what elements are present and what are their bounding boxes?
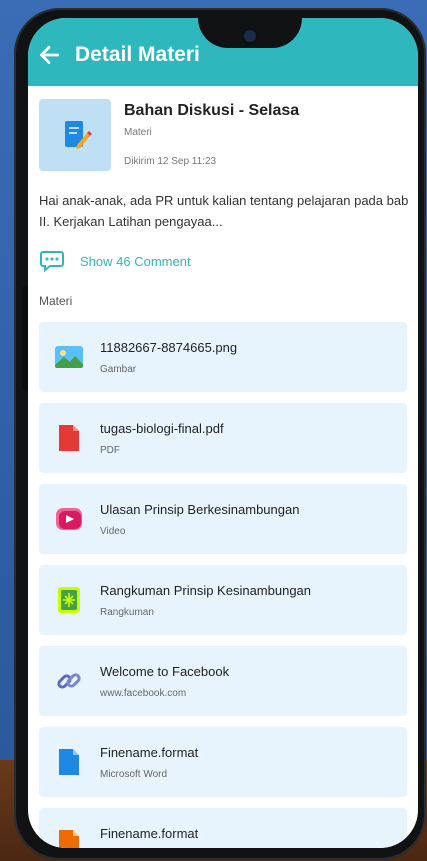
show-comments-link[interactable]: Show 46 Comment xyxy=(39,249,191,273)
item-name: Rangkuman Prinsip Kesinambungan xyxy=(100,583,312,598)
image-icon xyxy=(52,342,86,372)
page-title: Detail Materi xyxy=(75,43,200,66)
front-camera xyxy=(244,30,256,42)
file-icon xyxy=(52,828,86,848)
post-sent-date: Dikirim 12 Sep 11:23 xyxy=(124,156,217,167)
item-name: Welcome to Facebook xyxy=(100,664,230,679)
back-arrow-icon[interactable] xyxy=(36,42,62,68)
item-name: Finename.format xyxy=(100,745,199,760)
item-type: Gambar xyxy=(100,364,137,375)
item-type: www.facebook.com xyxy=(100,688,187,699)
list-item[interactable]: tugas-biologi-final.pdf PDF xyxy=(39,403,407,473)
post-title: Bahan Diskusi - Selasa xyxy=(124,102,300,119)
list-item[interactable]: Finename.format Microsoft Word xyxy=(39,727,407,797)
video-icon xyxy=(52,504,86,534)
link-icon xyxy=(52,666,86,696)
item-name: Ulasan Prinsip Berkesinambungan xyxy=(100,502,300,517)
comment-icon xyxy=(40,251,64,273)
post-description: Hai anak-anak, ada PR untuk kalian tenta… xyxy=(39,193,409,229)
item-type: PDF xyxy=(100,445,120,456)
item-type: Rangkuman xyxy=(100,607,154,618)
summary-icon xyxy=(52,585,86,615)
list-item[interactable]: Welcome to Facebook www.facebook.com xyxy=(39,646,407,716)
item-name: tugas-biologi-final.pdf xyxy=(100,421,224,436)
list-item[interactable]: Finename.format xyxy=(39,808,407,848)
list-item[interactable]: Ulasan Prinsip Berkesinambungan Video xyxy=(39,484,407,554)
list-item[interactable]: Rangkuman Prinsip Kesinambungan Rangkuma… xyxy=(39,565,407,635)
pdf-file-icon xyxy=(52,423,86,453)
item-name: Finename.format xyxy=(100,826,199,841)
post-thumbnail xyxy=(39,99,111,171)
word-file-icon xyxy=(52,747,86,777)
document-edit-icon xyxy=(65,121,92,149)
materials-list: 11882667-8874665.png Gambar tugas-biolog… xyxy=(39,322,407,848)
item-type: Video xyxy=(100,526,126,537)
phone-screen: Detail Materi Bahan Diskusi - Selasa Mat… xyxy=(28,18,418,848)
post-subtitle: Materi xyxy=(124,127,152,138)
show-comments-label: Show 46 Comment xyxy=(80,253,191,269)
list-item[interactable]: 11882667-8874665.png Gambar xyxy=(39,322,407,392)
item-name: 11882667-8874665.png xyxy=(100,340,238,355)
section-label: Materi xyxy=(39,294,73,308)
item-type: Microsoft Word xyxy=(100,769,168,780)
